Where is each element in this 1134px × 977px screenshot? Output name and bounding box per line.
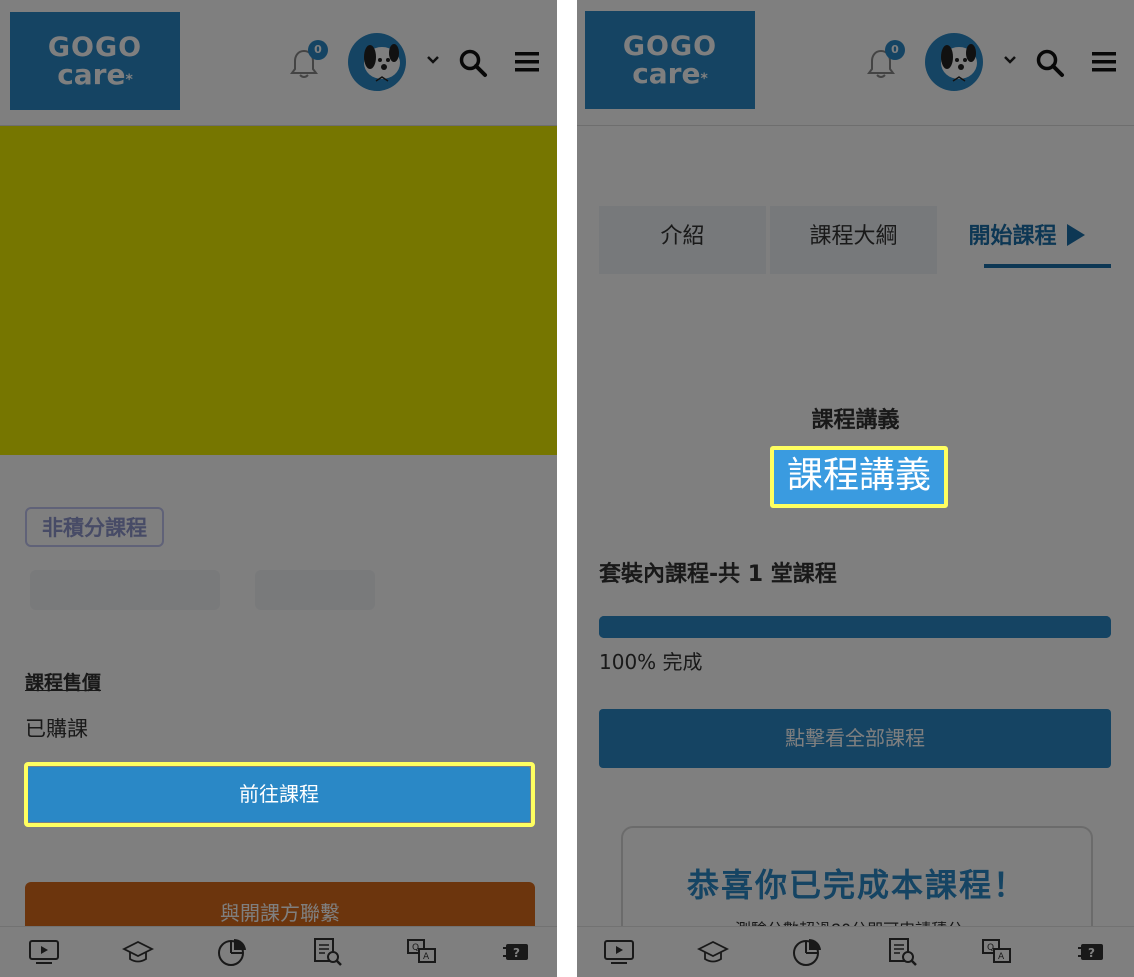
logo[interactable]: GOGO care* xyxy=(10,12,180,110)
logo-line2: care* xyxy=(57,58,133,91)
tab-start-course-label: 開始課程 xyxy=(968,224,1057,249)
tv-icon[interactable] xyxy=(28,937,60,967)
course-tabs: 介紹 課程大綱 開始課程 xyxy=(599,206,1112,274)
dog-avatar-icon xyxy=(941,44,977,82)
non-credit-tag: 非積分課程 xyxy=(25,507,164,547)
tab-intro[interactable]: 介紹 xyxy=(599,206,766,274)
avatar[interactable] xyxy=(925,33,983,91)
qa-chat-icon[interactable]: Q A xyxy=(406,937,438,967)
price-label: 課程售價 xyxy=(25,672,102,694)
highlight-frame xyxy=(24,762,535,827)
header: GOGO care* 0 xyxy=(577,0,1134,126)
svg-text:?: ? xyxy=(1088,946,1095,960)
notification-badge: 0 xyxy=(308,40,328,60)
active-tab-underline xyxy=(984,264,1111,268)
course-video-placeholder[interactable] xyxy=(0,126,557,455)
tv-icon[interactable] xyxy=(603,937,635,967)
highlight-frame xyxy=(770,446,948,508)
progress-bar-fill xyxy=(599,616,1111,638)
logo[interactable]: GOGO care* xyxy=(585,11,755,109)
package-title: 套裝內課程-共 1 堂課程 xyxy=(599,562,837,587)
progress-text: 100% 完成 xyxy=(599,650,703,674)
logo-line2: care* xyxy=(632,57,708,90)
bottom-nav: Q A ? xyxy=(577,926,1134,977)
document-search-icon[interactable] xyxy=(312,937,344,967)
svg-text:Q: Q xyxy=(412,943,419,953)
avatar[interactable] xyxy=(348,33,406,91)
hamburger-menu-icon[interactable] xyxy=(1091,50,1117,74)
help-ticket-icon[interactable]: ? xyxy=(1075,937,1107,967)
graduation-cap-icon[interactable] xyxy=(122,937,154,967)
svg-text:A: A xyxy=(423,952,430,962)
completion-title: 恭喜你已完成本課程！ xyxy=(686,866,1027,904)
blurred-text xyxy=(255,570,375,610)
course-notes-link[interactable]: 課程講義 xyxy=(770,446,948,508)
notification-badge: 0 xyxy=(885,40,905,60)
blurred-text xyxy=(30,570,220,610)
chevron-down-icon[interactable] xyxy=(425,52,441,68)
pie-chart-icon[interactable] xyxy=(791,937,823,967)
search-icon[interactable] xyxy=(458,48,488,78)
right-screen: GOGO care* 0 介紹 課程大綱 開始課程 課程講義 套裝內課程-共 1… xyxy=(577,0,1134,977)
play-icon xyxy=(1066,224,1085,246)
dog-avatar-icon xyxy=(364,44,400,82)
svg-text:Q: Q xyxy=(987,943,994,953)
graduation-cap-icon[interactable] xyxy=(697,937,729,967)
tab-syllabus[interactable]: 課程大綱 xyxy=(770,206,937,274)
bottom-nav: Q A ? xyxy=(0,926,557,977)
go-to-course-button[interactable]: 前往課程 xyxy=(28,767,530,822)
qa-chat-icon[interactable]: Q A xyxy=(981,937,1013,967)
price-value: 已購課 xyxy=(25,717,88,741)
hamburger-menu-icon[interactable] xyxy=(514,50,540,74)
chevron-down-icon[interactable] xyxy=(1002,52,1018,68)
view-all-courses-button[interactable]: 點擊看全部課程 xyxy=(599,709,1111,768)
pie-chart-icon[interactable] xyxy=(216,937,248,967)
course-notes-heading: 課程講義 xyxy=(811,408,900,433)
document-search-icon[interactable] xyxy=(887,937,919,967)
svg-text:?: ? xyxy=(513,946,520,960)
left-screen: GOGO care* 0 非積分課程 課程售價 已購課 與開課方聯繫 Q A ?… xyxy=(0,0,557,977)
help-ticket-icon[interactable]: ? xyxy=(500,937,532,967)
svg-text:A: A xyxy=(998,952,1005,962)
header: GOGO care* 0 xyxy=(0,0,557,126)
search-icon[interactable] xyxy=(1035,48,1065,78)
progress-bar xyxy=(599,616,1111,638)
